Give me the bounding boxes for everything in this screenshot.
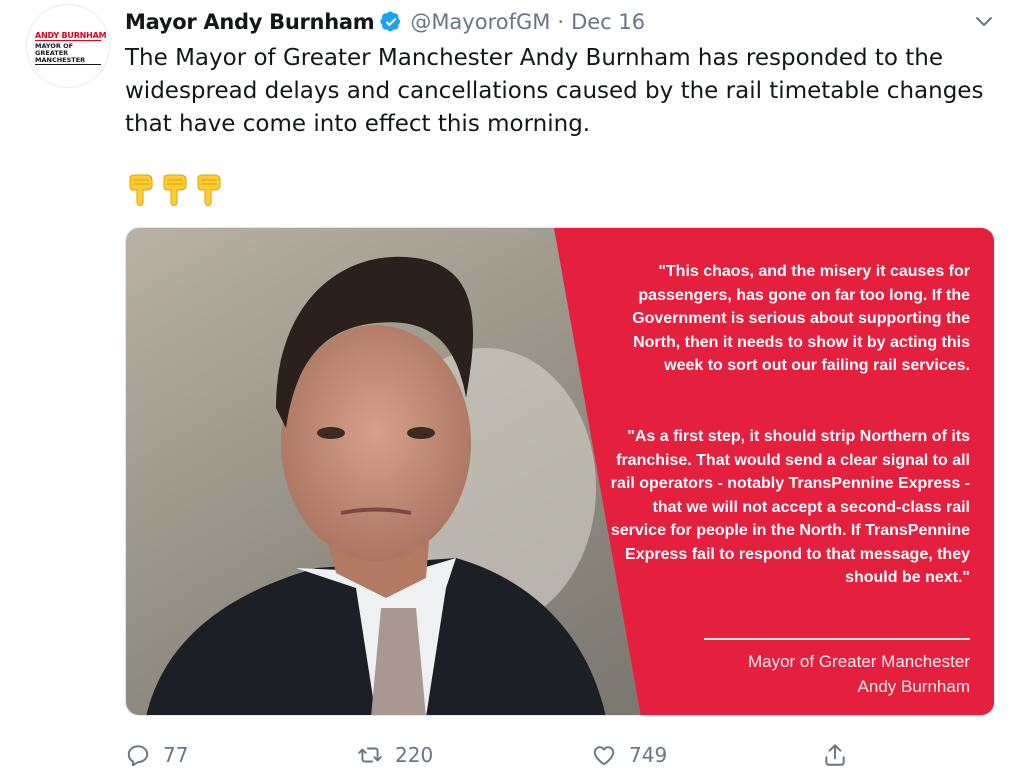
reply-button[interactable]: 77 [125,742,188,768]
display-name[interactable]: Mayor Andy Burnham [125,10,375,34]
retweet-count: 220 [395,743,434,767]
avatar[interactable]: ANDY BURNHAM MAYOR OF GREATER MANCHESTER [26,4,110,88]
verified-badge-icon [380,11,401,32]
reply-count: 77 [163,743,189,767]
reply-icon [127,745,149,767]
share-icon [825,744,845,766]
chevron-down-icon[interactable] [972,9,996,33]
user-handle[interactable]: @MayorofGM [410,10,550,34]
pointing-down-emoji-icon [129,174,153,206]
pointing-down-emoji-icon [197,174,221,206]
retweet-icon [358,747,382,763]
avatar-logo-line2: MAYOR OF GREATER MANCHESTER [35,42,86,64]
like-icon [593,746,615,766]
avatar-logo-rule [35,40,101,41]
image-quote-1: "This chaos, and the misery it causes fo… [632,263,970,374]
tweet-image[interactable]: "This chaos, and the misery it causes fo… [125,227,995,716]
tweet-actions: 77 220 749 [125,742,995,780]
tweet-header: Mayor Andy Burnham @MayorofGM · Dec 16 [125,7,645,37]
image-quote-2: "As a first step, it should strip Northe… [610,428,970,586]
retweet-button[interactable]: 220 [357,742,433,768]
header-separator: · [557,10,565,34]
attribution-name: Andy Burnham [857,677,970,696]
emoji-row [127,174,221,206]
like-count: 749 [629,743,668,767]
tweet-date[interactable]: Dec 16 [571,10,645,34]
avatar-logo-line1: ANDY BURNHAM [35,31,107,40]
like-button[interactable]: 749 [591,742,667,768]
pointing-down-emoji-icon [163,174,187,206]
share-button[interactable] [822,742,860,768]
attribution-title: Mayor of Greater Manchester [747,652,970,671]
tweet-text: The Mayor of Greater Manchester Andy Bur… [125,45,984,137]
avatar-logo-rule-bottom [35,64,101,65]
attribution: Mayor of Greater Manchester Andy Burnham [748,649,970,699]
attribution-divider [704,638,970,640]
